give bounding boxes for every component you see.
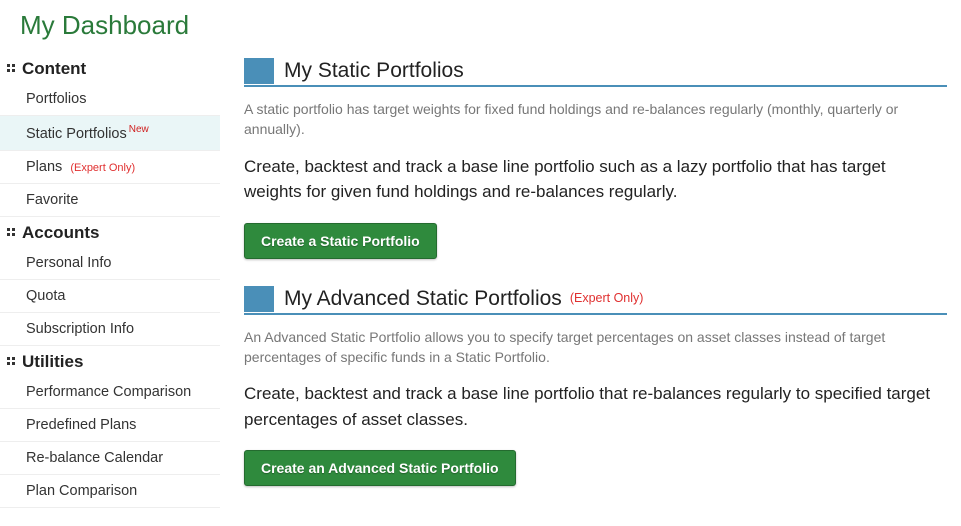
sidebar-section-label: Content (22, 59, 86, 79)
panel-header-square-icon (244, 58, 274, 84)
nav-label: Subscription Info (26, 321, 134, 337)
sidebar-item-personal-info[interactable]: Personal Info (0, 247, 220, 280)
main-content: My Static Portfolios A static portfolio … (220, 47, 961, 512)
expert-only-badge: (Expert Only) (570, 291, 644, 307)
sidebar-section-accounts: Accounts (0, 217, 220, 247)
sidebar-item-portfolios[interactable]: Portfolios (0, 83, 220, 116)
panel-description: A static portfolio has target weights fo… (244, 99, 947, 140)
panel-header: My Advanced Static Portfolios (Expert On… (244, 285, 947, 315)
nav-label: Portfolios (26, 91, 86, 107)
sidebar-item-performance-comparison[interactable]: Performance Comparison (0, 376, 220, 409)
sidebar-section-content: Content (0, 53, 220, 83)
sidebar-item-subscription-info[interactable]: Subscription Info (0, 313, 220, 346)
expert-only-badge: (Expert Only) (70, 162, 135, 174)
sidebar-item-rebalance-calendar[interactable]: Re-balance Calendar (0, 442, 220, 475)
sidebar-item-predefined-plans[interactable]: Predefined Plans (0, 409, 220, 442)
nav-label: Favorite (26, 192, 78, 208)
sidebar-section-label: Utilities (22, 352, 83, 372)
nav-label: Plan Comparison (26, 483, 137, 499)
panel-advanced-static-portfolios: My Advanced Static Portfolios (Expert On… (244, 285, 947, 487)
panel-static-portfolios: My Static Portfolios A static portfolio … (244, 57, 947, 259)
panel-lead: Create, backtest and track a base line p… (244, 154, 947, 205)
grid-icon (6, 227, 18, 239)
layout: Content Portfolios Static PortfoliosNew … (0, 47, 961, 512)
panel-description: An Advanced Static Portfolio allows you … (244, 327, 947, 368)
sidebar-item-plan-comparison[interactable]: Plan Comparison (0, 475, 220, 508)
page-title: My Dashboard (0, 0, 961, 47)
nav-label: Static Portfolios (26, 126, 127, 142)
panel-header: My Static Portfolios (244, 57, 947, 87)
new-badge: New (129, 124, 149, 135)
nav-label: Quota (26, 288, 66, 304)
sidebar-item-favorite[interactable]: Favorite (0, 184, 220, 217)
nav-label: Predefined Plans (26, 417, 136, 433)
nav-label: Personal Info (26, 255, 111, 271)
create-advanced-static-portfolio-button[interactable]: Create an Advanced Static Portfolio (244, 450, 516, 486)
panel-title: My Advanced Static Portfolios (284, 285, 562, 313)
nav-label: Plans (26, 159, 62, 175)
sidebar-section-utilities: Utilities (0, 346, 220, 376)
panel-lead: Create, backtest and track a base line p… (244, 381, 947, 432)
panel-header-square-icon (244, 286, 274, 312)
grid-icon (6, 63, 18, 75)
sidebar-item-quota[interactable]: Quota (0, 280, 220, 313)
sidebar: Content Portfolios Static PortfoliosNew … (0, 47, 220, 508)
sidebar-item-plans[interactable]: Plans (Expert Only) (0, 151, 220, 184)
sidebar-section-label: Accounts (22, 223, 99, 243)
nav-label: Performance Comparison (26, 384, 191, 400)
grid-icon (6, 356, 18, 368)
sidebar-item-static-portfolios[interactable]: Static PortfoliosNew (0, 116, 220, 151)
panel-title: My Static Portfolios (284, 57, 464, 85)
create-static-portfolio-button[interactable]: Create a Static Portfolio (244, 223, 437, 259)
nav-label: Re-balance Calendar (26, 450, 163, 466)
